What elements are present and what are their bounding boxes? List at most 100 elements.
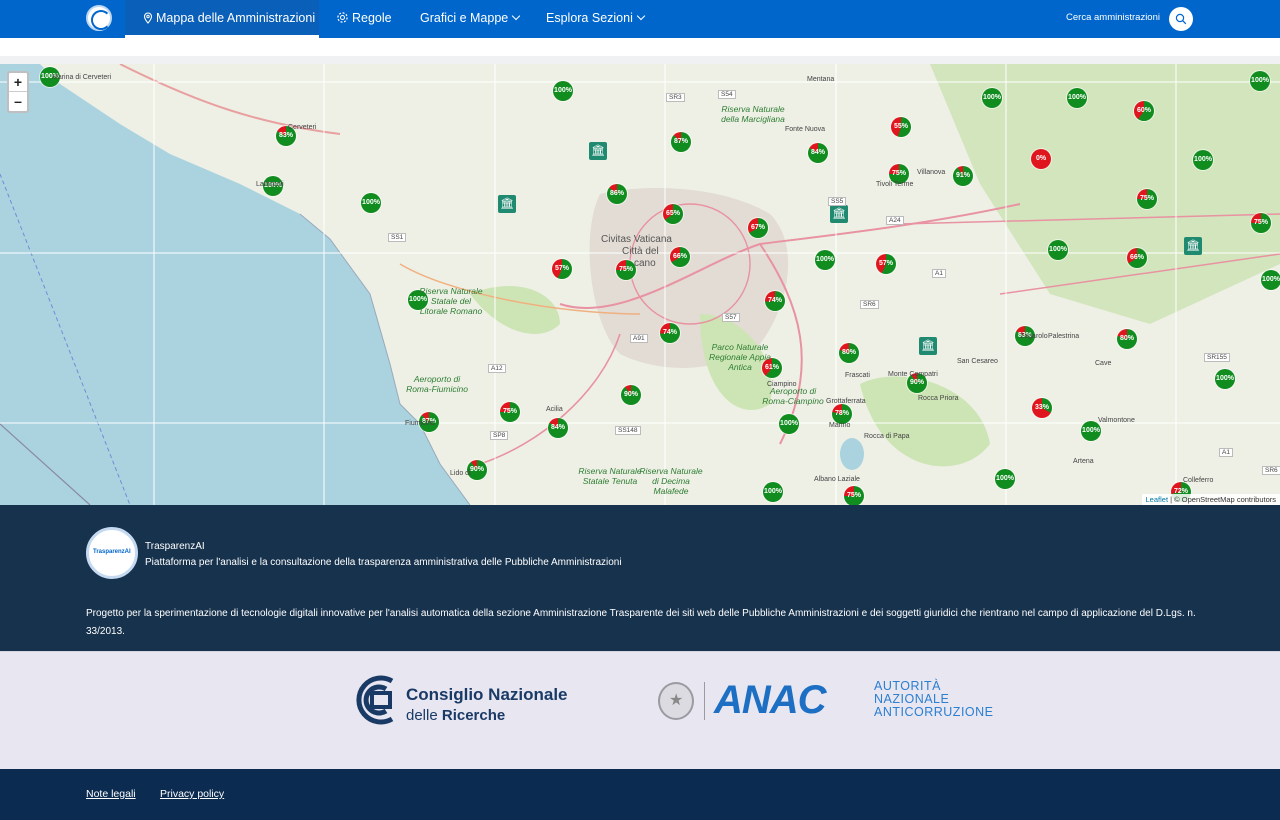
admin-marker[interactable]: 55% [891,117,911,137]
top-navbar: Mappa delle Amministrazioni Regole Grafi… [0,0,1280,38]
nav-regole[interactable]: Regole [336,0,392,38]
admin-marker[interactable]: 78% [832,404,852,424]
admin-marker[interactable]: 75% [1251,213,1271,233]
admin-marker[interactable]: 66% [670,247,690,267]
road-label: SR6 [1262,466,1280,475]
footer-description: Progetto per la sperimentazione di tecno… [86,605,1196,641]
admin-marker[interactable]: 57% [876,254,896,274]
government-building-icon[interactable]: 🏛 [830,205,848,223]
admin-marker[interactable]: 75% [1137,189,1157,209]
admin-marker[interactable]: 100% [1261,270,1280,290]
admin-marker[interactable]: 100% [1067,88,1087,108]
admin-marker[interactable]: 100% [1250,71,1270,91]
reserve-label: Riserva Naturale di Decima Malafede [636,466,706,496]
road-label: SR155 [1204,353,1230,362]
place-label: Mentana [807,76,834,83]
place-label: Cerveteri [288,124,316,131]
nav-esplora-sezioni[interactable]: Esplora Sezioni [546,0,644,38]
government-building-icon[interactable]: 🏛 [919,337,937,355]
admin-marker[interactable]: 100% [982,88,1002,108]
trasparenzai-footer-logo: TrasparenzAI [86,527,138,579]
search-label[interactable]: Cerca amministrazioni [1066,12,1160,23]
road-label: A1 [932,269,946,278]
place-label: Lido di [450,470,471,477]
zoom-out-button[interactable]: – [9,92,27,111]
privacy-policy-link[interactable]: Privacy policy [160,788,224,800]
leaflet-link[interactable]: Leaflet [1146,495,1169,504]
place-label: Villanova [917,169,945,176]
chevron-down-icon [637,12,645,20]
admin-marker[interactable]: 100% [1048,240,1068,260]
osm-attribution: | © OpenStreetMap contributors [1170,495,1276,504]
admin-marker[interactable]: 80% [1117,329,1137,349]
place-label: Città del [622,246,659,257]
admin-marker[interactable]: 75% [500,402,520,422]
reserve-label: Aeroporto di Roma-Ciampino [758,386,828,406]
anac-subtitle: AUTORITÀ NAZIONALE ANTICORRUZIONE [874,680,994,719]
place-label: Artena [1073,458,1094,465]
place-label: Frascati [845,372,870,379]
admin-marker[interactable]: 100% [763,482,783,502]
admin-marker[interactable]: 65% [663,204,683,224]
map-view[interactable]: 100%100%83%100%100%87%86%65%67%84%55%100… [0,64,1280,505]
admin-marker[interactable]: 87% [671,132,691,152]
trasparenzai-logo[interactable] [86,5,112,31]
admin-marker[interactable]: 33% [1032,398,1052,418]
admin-marker[interactable]: 100% [1193,150,1213,170]
government-building-icon[interactable]: 🏛 [589,142,607,160]
road-label: A1 [1219,448,1233,457]
admin-marker[interactable]: 100% [995,469,1015,489]
admin-marker[interactable]: 75% [844,486,864,505]
note-legali-link[interactable]: Note legali [86,788,136,800]
reserve-label: Riserva Naturale Statale Tenuta [575,466,645,486]
admin-marker[interactable]: 67% [748,218,768,238]
road-label: SR6 [860,300,879,309]
place-label: Marino [829,422,850,429]
place-label: Albano Laziale [814,476,860,483]
cnr-line2-bold: Ricerche [442,707,505,724]
admin-marker[interactable]: 100% [815,250,835,270]
admin-marker[interactable]: 90% [621,385,641,405]
admin-marker[interactable]: 100% [1215,369,1235,389]
admin-marker[interactable]: 84% [548,418,568,438]
admin-marker[interactable]: 66% [1127,248,1147,268]
cnr-logo-icon [352,675,400,725]
admin-marker[interactable]: 91% [953,166,973,186]
admin-marker[interactable]: 74% [765,291,785,311]
admin-marker[interactable]: 100% [553,81,573,101]
road-label: A91 [630,334,648,343]
admin-marker[interactable]: 86% [607,184,627,204]
admin-marker[interactable]: 57% [552,259,572,279]
admin-marker[interactable]: 100% [779,414,799,434]
zoom-control: + – [7,71,29,113]
road-label: S54 [718,90,736,99]
zoom-in-button[interactable]: + [9,73,27,92]
admin-marker[interactable]: 0% [1031,149,1051,169]
place-label: cano [634,258,656,269]
admin-marker[interactable]: 100% [361,193,381,213]
road-label: SS1 [388,233,406,242]
nav-grafici-mappe[interactable]: Grafici e Mappe [420,0,519,38]
admin-marker[interactable]: 75% [616,260,636,280]
place-label: Fonte Nuova [785,126,825,133]
search-button[interactable] [1169,7,1193,31]
road-label: A24 [886,216,904,225]
government-building-icon[interactable]: 🏛 [498,195,516,213]
map-pin-icon [143,12,153,24]
place-label: Grottaferrata [826,398,866,405]
nav-mappa-amministrazioni[interactable]: Mappa delle Amministrazioni [125,0,319,38]
admin-marker[interactable]: 80% [839,343,859,363]
admin-marker[interactable]: 60% [1134,101,1154,121]
place-label: Monte Compatri [888,371,938,378]
place-label: Civitas Vaticana [601,234,672,245]
place-label: Zagarolo [1020,333,1048,340]
reserve-label: Aeroporto di Roma-Fiumicino [402,374,472,394]
road-label: A12 [488,364,506,373]
footer-bottom: Note legali Privacy policy [0,769,1280,820]
government-building-icon[interactable]: 🏛 [1184,237,1202,255]
footer-subtitle: Piattaforma per l'analisi e la consultaz… [145,557,622,568]
admin-marker[interactable]: 100% [1081,421,1101,441]
admin-marker[interactable]: 74% [660,323,680,343]
place-label: Ladispoli [256,181,284,188]
admin-marker[interactable]: 84% [808,143,828,163]
